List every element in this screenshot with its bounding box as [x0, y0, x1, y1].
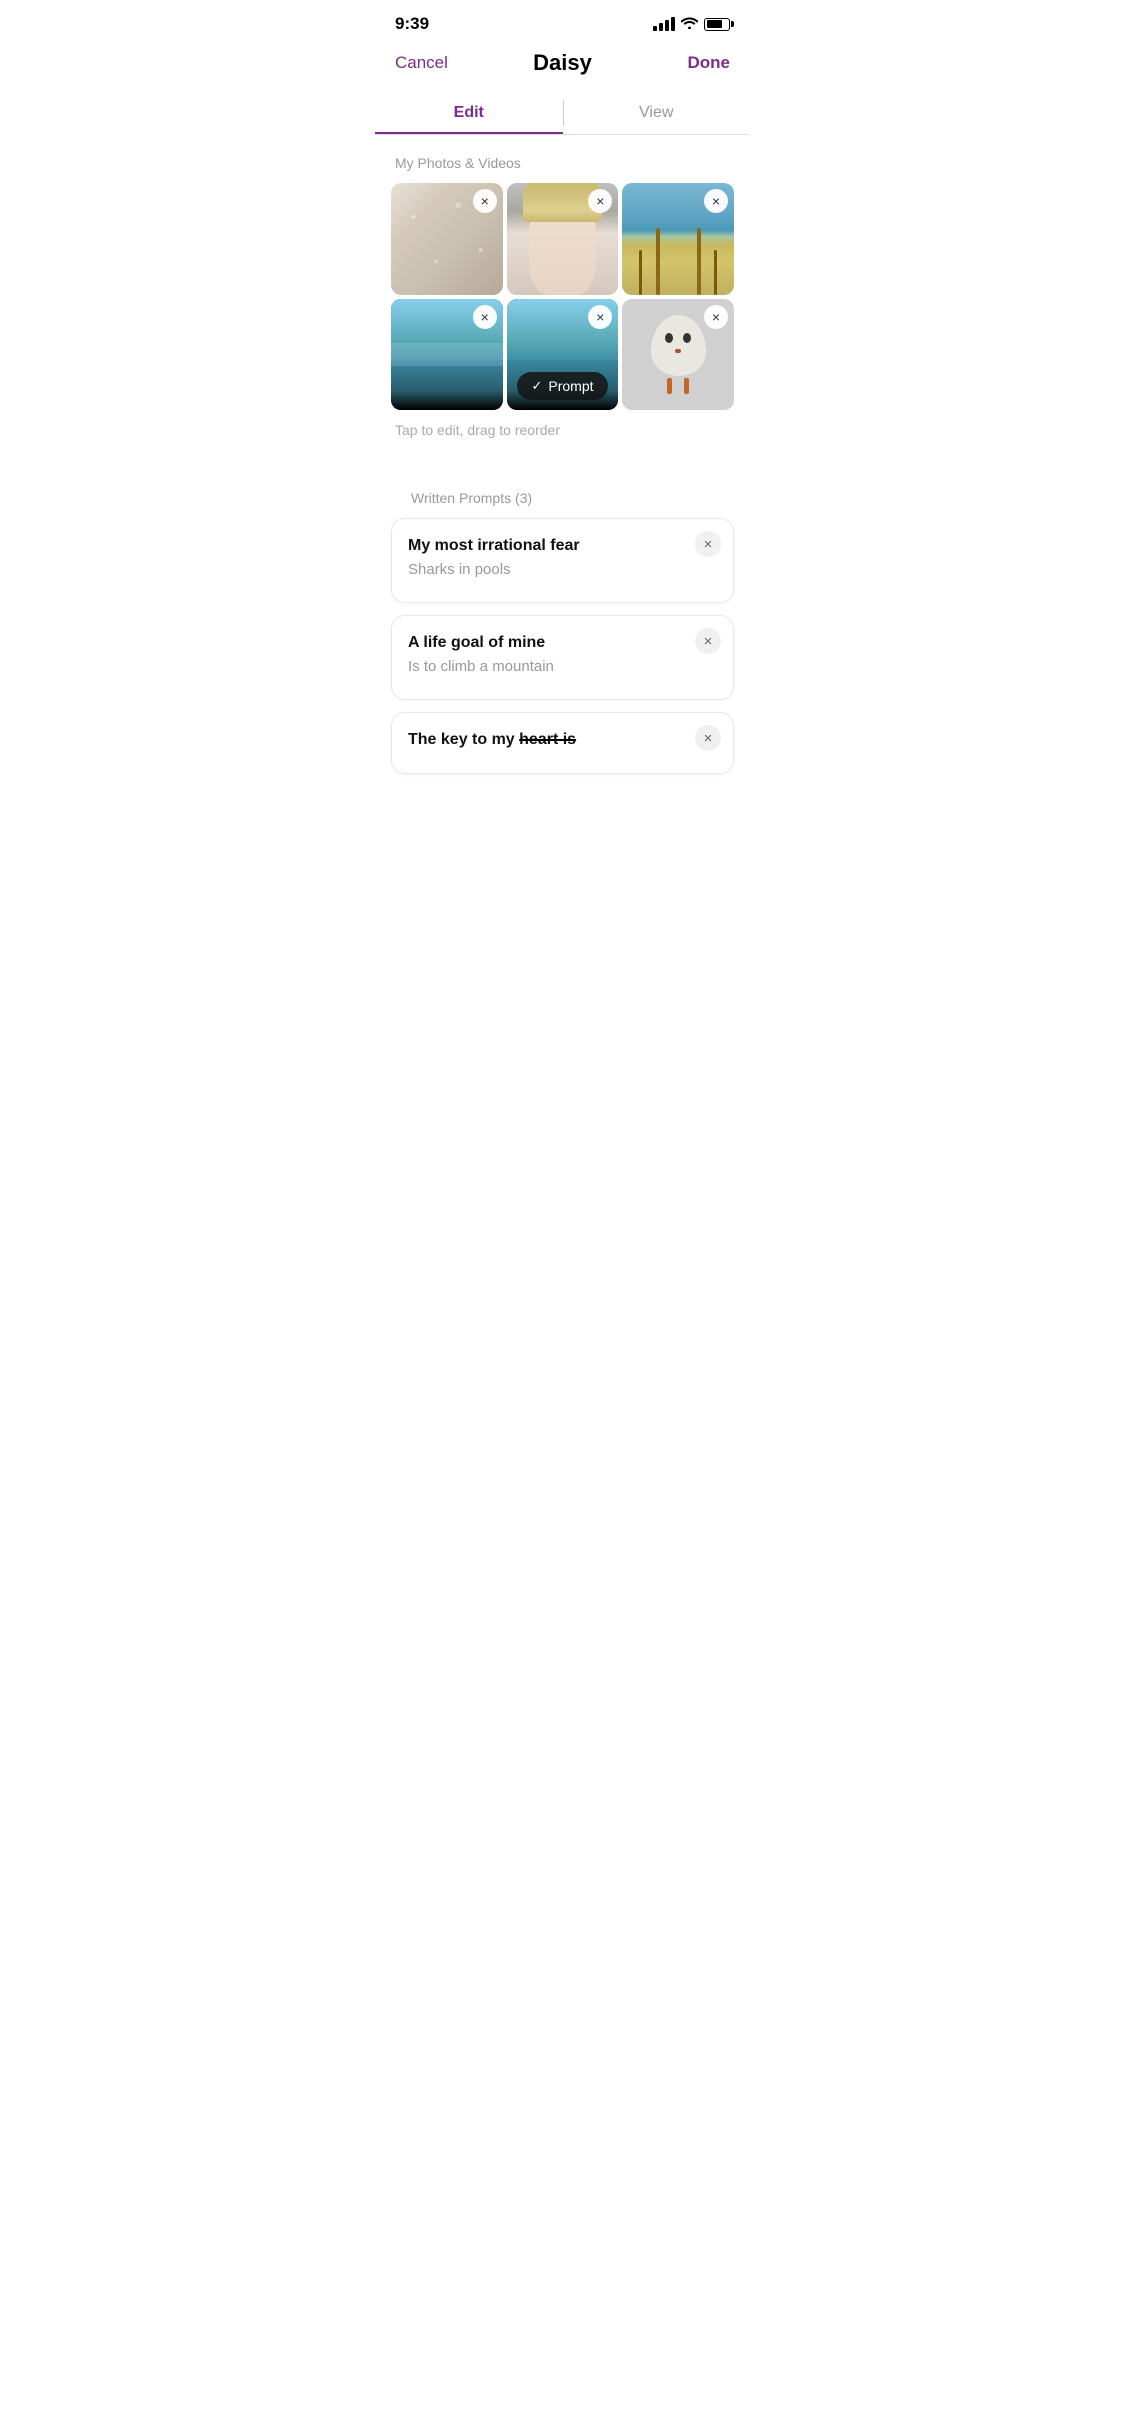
photo-cell-5[interactable]: × ✓ Prompt: [507, 299, 619, 411]
prompt-title-3: The key to my heart is: [408, 731, 717, 749]
status-icons: [653, 16, 730, 32]
tab-view[interactable]: View: [563, 92, 751, 134]
photos-section: My Photos & Videos × × ×: [375, 135, 750, 450]
remove-prompt-2[interactable]: ×: [695, 628, 721, 654]
header: Cancel Daisy Done: [375, 42, 750, 92]
egg-character: [647, 315, 708, 393]
status-bar: 9:39: [375, 0, 750, 42]
drag-hint: Tap to edit, drag to reorder: [375, 410, 750, 450]
photo-grid: × × × ×: [375, 183, 750, 410]
status-time: 9:39: [395, 14, 429, 34]
prompt-badge-label: Prompt: [548, 378, 593, 394]
bottom-spacing: [375, 786, 750, 826]
prompt-title-2: A life goal of mine: [408, 634, 717, 652]
photo-cell-3[interactable]: ×: [622, 183, 734, 295]
remove-photo-4[interactable]: ×: [473, 305, 497, 329]
prompt-card-1[interactable]: My most irrational fear Sharks in pools …: [391, 518, 734, 603]
remove-prompt-3[interactable]: ×: [695, 725, 721, 751]
tab-edit[interactable]: Edit: [375, 92, 563, 134]
prompt-badge[interactable]: ✓ Prompt: [517, 372, 607, 400]
signal-icon: [653, 17, 675, 31]
cancel-button[interactable]: Cancel: [395, 53, 455, 73]
remove-prompt-1[interactable]: ×: [695, 531, 721, 557]
tabs-container: Edit View: [375, 92, 750, 135]
prompts-section-label: Written Prompts (3): [391, 470, 734, 518]
prompt-card-3[interactable]: The key to my heart is ×: [391, 712, 734, 774]
wifi-icon: [681, 16, 698, 32]
photo-cell-6[interactable]: ×: [622, 299, 734, 411]
tab-active-indicator: [375, 132, 563, 134]
prompt-check-icon: ✓: [531, 378, 542, 394]
remove-photo-3[interactable]: ×: [704, 189, 728, 213]
prompt-title-1: My most irrational fear: [408, 537, 717, 555]
prompt-card-2[interactable]: A life goal of mine Is to climb a mounta…: [391, 615, 734, 700]
photo-cell-2[interactable]: ×: [507, 183, 619, 295]
battery-icon: [704, 18, 730, 31]
photos-section-label: My Photos & Videos: [375, 135, 750, 183]
photo-cell-1[interactable]: ×: [391, 183, 503, 295]
prompt-answer-2: Is to climb a mountain: [408, 658, 717, 675]
page-title: Daisy: [533, 50, 592, 76]
tab-divider: [563, 100, 564, 125]
photo-cell-4[interactable]: ×: [391, 299, 503, 411]
done-button[interactable]: Done: [670, 53, 730, 73]
prompts-section: Written Prompts (3) My most irrational f…: [375, 450, 750, 774]
prompt-answer-1: Sharks in pools: [408, 561, 717, 578]
remove-photo-1[interactable]: ×: [473, 189, 497, 213]
remove-photo-6[interactable]: ×: [704, 305, 728, 329]
remove-photo-5[interactable]: ×: [588, 305, 612, 329]
